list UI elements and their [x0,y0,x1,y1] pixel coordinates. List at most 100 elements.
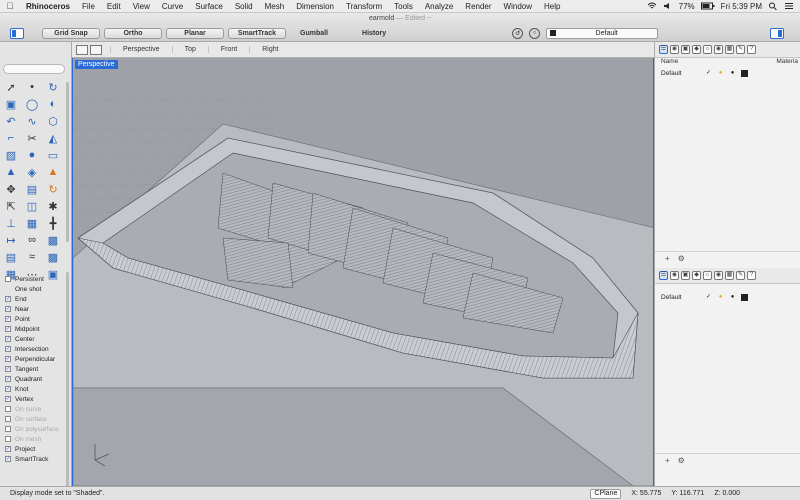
offset-icon[interactable]: ◭ [45,131,61,145]
layer-color-swatch[interactable] [741,70,748,77]
notes-panel-icon-2[interactable]: ✎ [736,271,745,280]
osnap-scrollbar[interactable] [66,272,69,492]
snap-project[interactable]: ✓ Project [5,444,67,454]
checkbox-perpendicular[interactable]: ✓ [5,356,11,362]
add-layer-icon-2[interactable]: + [665,456,670,465]
snap-near[interactable]: ✓ Near [5,304,67,314]
checkbox-vertex[interactable]: ✓ [5,396,11,402]
snap-on-surface[interactable]: On surface [5,414,67,424]
sound-icon[interactable] [663,2,673,10]
menu-transform[interactable]: Transform [340,2,388,11]
snap-end[interactable]: ✓ End [5,294,67,304]
add-layer-icon[interactable]: + [665,254,670,263]
render-panel-icon-2[interactable]: ▦ [725,271,734,280]
rectangle-icon[interactable]: ▣ [3,97,19,111]
lights-panel-icon-2[interactable]: ☼ [703,271,712,280]
checkbox-on-surface[interactable] [5,416,11,422]
tab-top[interactable]: Top [171,46,208,53]
checkbox-center[interactable]: ✓ [5,336,11,342]
move-icon[interactable]: ✥ [3,182,19,196]
dimension-icon[interactable]: ↦ [3,233,19,247]
menu-app-name[interactable]: Rhinoceros [20,2,76,11]
rotate-icon[interactable]: ↻ [45,182,61,196]
snap-vertex[interactable]: ✓ Vertex [5,394,67,404]
snap-on-mesh[interactable]: On mesh [5,434,67,444]
layer-icon[interactable]: ▤ [3,250,19,264]
menubar-clock[interactable]: Fri 5:39 PM [721,2,762,11]
layer-lock-icon[interactable]: ● [729,70,736,77]
arc-icon[interactable]: ◐ [45,97,61,111]
undo-view-icon[interactable]: ↺ [512,27,524,39]
menu-curve[interactable]: Curve [156,2,189,11]
history-button[interactable]: History [362,30,386,37]
tab-perspective[interactable]: Perspective [110,46,172,53]
box-solid-icon[interactable]: ▨ [3,148,19,162]
freeform-curve-icon[interactable]: ∿ [24,114,40,128]
menu-mesh[interactable]: Mesh [259,2,291,11]
snap-persistent[interactable]: Persistent [5,274,67,284]
cylinder-icon[interactable]: ▭ [45,148,61,162]
checkbox-on-polysurface[interactable] [5,426,11,432]
checkbox-midpoint[interactable]: ✓ [5,326,11,332]
polygon-icon[interactable]: ⬡ [45,114,61,128]
split-icon[interactable]: ╋ [45,216,61,230]
checkbox-intersection[interactable]: ✓ [5,346,11,352]
menu-edit[interactable]: Edit [101,2,127,11]
layer-options-icon[interactable]: ⚙ [678,254,685,263]
viewport-canvas[interactable] [73,58,654,486]
layer-visible-bulb-icon[interactable]: ● [717,70,724,77]
snap-perpendicular[interactable]: ✓ Perpendicular [5,354,67,364]
checkbox-end[interactable]: ✓ [5,296,11,302]
snap-one-shot[interactable]: One shot [5,284,67,294]
lights-panel-icon[interactable]: ☼ [703,45,712,54]
checkbox-tangent[interactable]: ✓ [5,366,11,372]
menu-view[interactable]: View [127,2,156,11]
tool-search-input[interactable] [3,64,65,74]
layers-panel-icon[interactable]: ☰ [659,45,668,54]
right-sidebar-toggle-icon[interactable] [770,27,785,39]
trim-icon[interactable]: ✂ [24,131,40,145]
checkbox-on-curve[interactable] [5,406,11,412]
layer-current-icon-2[interactable]: ✓ [705,294,712,301]
explode-icon[interactable]: ✱ [45,199,61,213]
single-viewport-icon[interactable] [76,44,88,55]
analyze-icon[interactable]: ≈ [24,250,40,264]
help-panel-icon[interactable]: ? [747,45,756,54]
select-arrow-icon[interactable]: ➚ [3,80,19,94]
checkbox-smarttrack[interactable]: ✓ [5,456,11,462]
mirror-icon[interactable]: ◫ [24,199,40,213]
fillet-curve-icon[interactable]: ⌐ [3,131,19,145]
group-icon[interactable]: ▦ [24,216,40,230]
properties-panel-icon-2[interactable]: ◉ [670,271,679,280]
array-icon[interactable]: ▩ [45,233,61,247]
ortho-button[interactable]: Ortho [104,27,162,39]
checkbox-near[interactable]: ✓ [5,306,11,312]
snap-tangent[interactable]: ✓ Tangent [5,364,67,374]
camera-panel-icon-2[interactable]: ◉ [714,271,723,280]
menu-file[interactable]: File [76,2,101,11]
gumball-button[interactable]: Gumball [300,30,328,37]
layer-current-icon[interactable]: ✓ [705,70,712,77]
snap-on-polysurface[interactable]: On polysurface [5,424,67,434]
checkbox-on-mesh[interactable] [5,436,11,442]
menu-tools[interactable]: Tools [388,2,419,11]
wifi-icon[interactable] [647,2,657,10]
checkbox-point[interactable]: ✓ [5,316,11,322]
extrude-icon[interactable]: ▲ [3,165,19,179]
render-icon[interactable]: ▩ [45,250,61,264]
cplane-select[interactable]: CPlane [590,488,622,499]
materials-panel-icon-2[interactable]: ◆ [692,271,701,280]
display-panel-icon-2[interactable]: ▣ [681,271,690,280]
snap-point[interactable]: ✓ Point [5,314,67,324]
copy-icon[interactable]: ▤ [24,182,40,196]
battery-icon[interactable] [700,2,715,10]
scale-icon[interactable]: ⇱ [3,199,19,213]
layer-color-swatch-2[interactable] [741,294,748,301]
menu-dimension[interactable]: Dimension [290,2,340,11]
checkbox-knot[interactable]: ✓ [5,386,11,392]
checkbox-project[interactable]: ✓ [5,446,11,452]
menu-surface[interactable]: Surface [189,2,229,11]
curve-icon[interactable]: ↶ [3,114,19,128]
menu-help[interactable]: Help [538,2,566,11]
circle-icon[interactable]: ◯ [24,97,40,111]
